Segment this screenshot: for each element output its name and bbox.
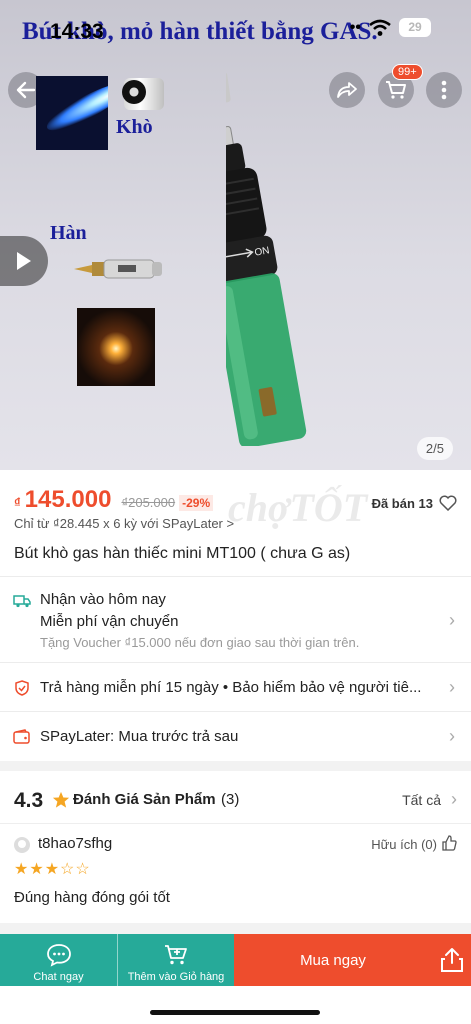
rating-section: 4.3 Đánh Giá Sản Phẩm (3) Tất cả › t8hao… [0, 771, 471, 923]
product-title: Bút khò gas hàn thiếc mini MT100 ( chưa … [14, 545, 351, 562]
helpful-count[interactable]: Hữu ích (0) [371, 837, 437, 852]
more-vertical-icon [441, 80, 447, 100]
torch-nozzle-photo [122, 78, 164, 110]
original-price: ₫205.000 [121, 495, 176, 510]
avatar [14, 837, 30, 853]
share-upload-button[interactable] [432, 934, 471, 986]
current-price: 145.000 [24, 486, 112, 513]
buy-now-button[interactable]: Mua ngay [234, 934, 432, 986]
chat-icon [46, 944, 71, 967]
price-section: chợTỐT ₫ 145.000 ₫205.000 -29% Đã bán 13… [0, 470, 471, 576]
star-icon [52, 791, 70, 808]
currency-symbol: ₫ [14, 495, 21, 510]
rating-count: (3) [221, 791, 240, 808]
more-options-button[interactable] [426, 72, 462, 108]
review-text: Đúng hàng đóng gói tốt [14, 889, 170, 906]
arrow-left-icon [16, 81, 36, 99]
sold-count: Đã bán 13 [371, 496, 433, 511]
returns-row[interactable]: Trả hàng miễn phí 15 ngày • Bảo hiểm bảo… [0, 662, 471, 711]
signal-icon: •• [349, 18, 361, 36]
image-counter: 2/5 [416, 437, 453, 460]
soldering-spark-photo [77, 308, 155, 386]
price-row: ₫ 145.000 ₫205.000 -29% [14, 486, 214, 514]
spaylater-row[interactable]: SPayLater: Mua trước trả sau › [0, 711, 471, 761]
add-to-cart-label: Thêm vào Giỏ hàng [127, 971, 225, 983]
bottom-action-bar: Chat ngay Thêm vào Giỏ hàng Mua ngay [0, 934, 471, 986]
free-shipping: Miễn phí vận chuyển [40, 613, 179, 630]
product-image-gallery[interactable]: Bút khò, mỏ hàn thiết bằng GAS. 14:33 ••… [0, 0, 471, 470]
label-han: Hàn [50, 222, 87, 244]
solder-tip-photo [74, 259, 162, 279]
wifi-icon [369, 19, 391, 36]
truck-icon [13, 595, 31, 608]
wallet-icon [13, 729, 30, 744]
discount-badge: -29% [179, 495, 214, 511]
rating-title: Đánh Giá Sản Phẩm [73, 791, 216, 808]
voucher-note: Tặng Voucher ₫15.000 nếu đơn giao sau th… [40, 635, 360, 650]
see-all-reviews-link[interactable]: Tất cả [402, 792, 441, 808]
gas-torch-photo: ON [226, 72, 307, 446]
installment-link[interactable]: Chỉ từ ₫28.445 x 6 kỳ với SPayLater > [14, 516, 234, 531]
home-indicator [150, 1010, 320, 1015]
returns-text: Trả hàng miễn phí 15 ngày • Bảo hiểm bảo… [40, 679, 422, 696]
reviewer-name: t8hao7sfhg [38, 835, 113, 852]
play-video-button[interactable] [0, 236, 48, 286]
status-indicators: •• 29 [350, 18, 431, 37]
shipping-row[interactable]: Nhận vào hôm nay Miễn phí vận chuyển Tặn… [0, 576, 471, 662]
delivery-time: Nhận vào hôm nay [40, 591, 166, 608]
shield-icon [15, 680, 29, 696]
add-cart-icon [165, 945, 187, 965]
spaylater-text: SPayLater: Mua trước trả sau [40, 728, 239, 745]
chat-now-button[interactable]: Chat ngay [0, 934, 117, 986]
status-time: 14:33 [50, 20, 104, 43]
chat-now-label: Chat ngay [33, 971, 84, 983]
add-to-cart-button[interactable]: Thêm vào Giỏ hàng [117, 934, 234, 986]
battery-icon: 29 [399, 18, 431, 37]
heart-icon[interactable] [439, 495, 457, 511]
chotot-watermark: chợTỐT [228, 485, 368, 530]
home-indicator-area [0, 986, 471, 1024]
cart-count-badge: 99+ [392, 64, 423, 80]
share-upload-icon [440, 948, 463, 972]
torch-flame-photo [36, 76, 108, 150]
play-icon [17, 252, 31, 270]
chevron-right-icon: › [449, 726, 455, 746]
rating-score: 4.3 [14, 789, 44, 812]
label-kho: Khò [116, 116, 153, 138]
thumbs-up-icon[interactable] [441, 835, 457, 851]
chevron-right-icon: › [451, 789, 457, 809]
divider [0, 823, 471, 824]
review-stars: ★★★☆☆ [14, 861, 91, 878]
chevron-right-icon: › [449, 610, 455, 630]
chevron-right-icon: › [449, 677, 455, 697]
